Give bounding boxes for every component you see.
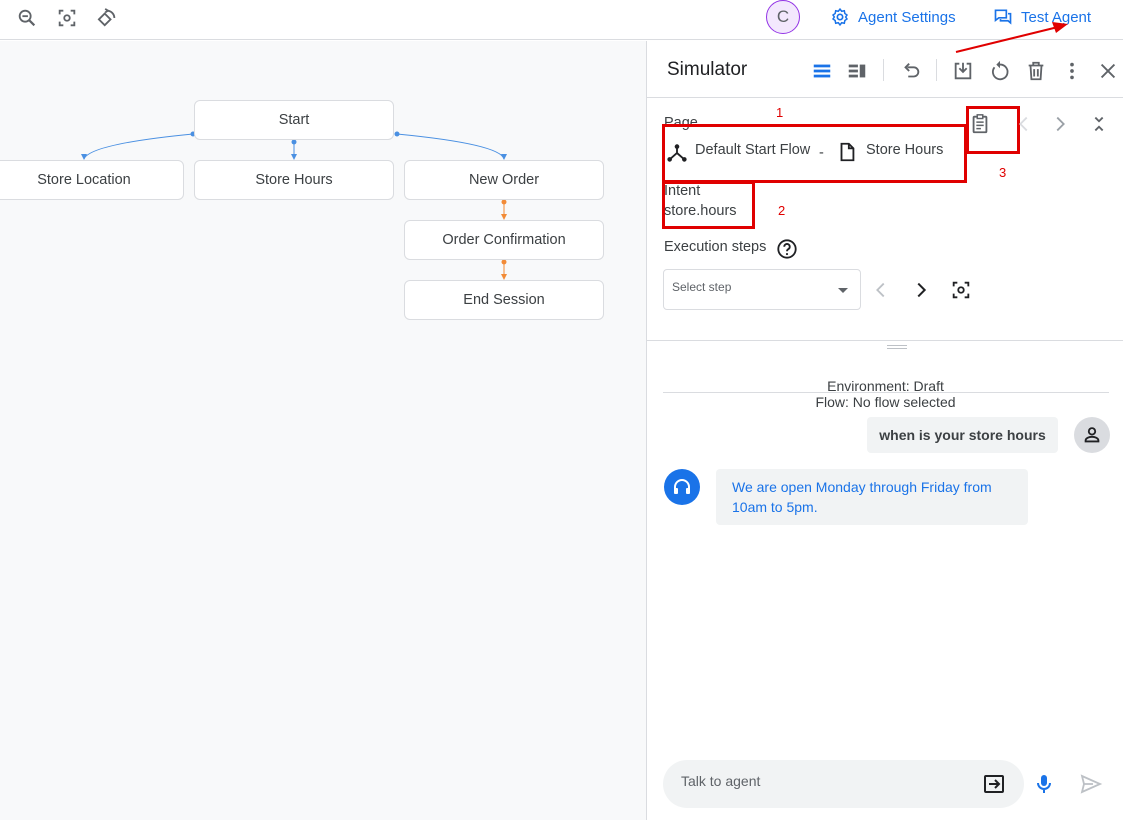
intent-value[interactable]: store.hours <box>664 203 737 219</box>
annotation-number-1: 1 <box>776 105 784 120</box>
full-view-icon[interactable] <box>810 59 834 83</box>
undo-icon[interactable] <box>899 59 923 83</box>
node-label: Store Location <box>37 172 131 188</box>
node-store-hours[interactable]: Store Hours <box>194 160 394 200</box>
step-previous-icon[interactable] <box>870 279 892 301</box>
drag-handle-icon[interactable] <box>887 345 907 349</box>
user-avatar[interactable]: C <box>766 0 800 34</box>
inject-input-icon[interactable] <box>982 772 1006 796</box>
step-next-icon[interactable] <box>910 279 932 301</box>
execution-steps-label: Execution steps <box>664 239 767 255</box>
select-step-dropdown[interactable]: Select step <box>663 269 861 310</box>
rotate-layout-icon[interactable] <box>95 6 119 30</box>
chat-input-container <box>663 760 1024 808</box>
simulator-title: Simulator <box>667 59 748 80</box>
toolbar-divider <box>936 59 937 81</box>
node-label: New Order <box>468 172 540 188</box>
chevron-left-icon[interactable] <box>1013 113 1035 135</box>
user-message-bubble: when is your store hours <box>867 417 1058 453</box>
focus-step-icon[interactable] <box>950 279 972 301</box>
annotation-number-2: 2 <box>778 203 786 218</box>
panel-resize-divider[interactable] <box>647 340 1123 341</box>
help-icon[interactable] <box>776 238 798 260</box>
chevron-right-icon[interactable] <box>1049 113 1071 135</box>
node-label: Order Confirmation <box>442 232 566 248</box>
flow-status-text: Flow: No flow selected <box>815 394 956 410</box>
node-store-location[interactable]: Store Location <box>0 160 184 200</box>
agent-settings-button[interactable]: Agent Settings <box>830 7 956 27</box>
agent-settings-label: Agent Settings <box>858 8 956 26</box>
node-end-session[interactable]: End Session <box>404 280 604 320</box>
fit-to-screen-icon[interactable] <box>55 6 79 30</box>
collapse-icon[interactable] <box>1088 113 1110 135</box>
page-icon <box>836 141 858 163</box>
node-new-order[interactable]: New Order <box>404 160 604 200</box>
user-avatar-icon <box>1074 417 1110 453</box>
dropdown-arrow-icon <box>838 288 848 293</box>
test-agent-button[interactable]: Test Agent <box>993 7 1091 27</box>
close-icon[interactable] <box>1096 59 1120 83</box>
select-step-placeholder: Select step <box>672 280 732 294</box>
gear-icon <box>831 7 849 27</box>
agent-avatar-icon <box>664 469 700 505</box>
avatar-letter: C <box>776 7 790 26</box>
toolbar-divider <box>883 59 884 81</box>
clipboard-icon[interactable] <box>969 113 991 135</box>
agent-message-text: We are open Monday through Friday from 1… <box>732 479 992 515</box>
talk-to-agent-input[interactable] <box>681 773 961 789</box>
split-view-icon[interactable] <box>845 59 869 83</box>
environment-divider <box>663 392 1109 393</box>
node-label: End Session <box>463 292 545 308</box>
node-start[interactable]: Start <box>194 100 394 140</box>
save-download-icon[interactable] <box>951 59 975 83</box>
flow-name[interactable]: Default Start Flow <box>695 142 810 158</box>
intent-label: Intent <box>664 183 701 199</box>
page-name[interactable]: Store Hours <box>866 142 943 158</box>
delete-icon[interactable] <box>1024 59 1048 83</box>
more-options-icon[interactable] <box>1060 59 1084 83</box>
flow-canvas[interactable]: Start Store Location Store Hours New Ord… <box>0 41 646 820</box>
node-label: Start <box>278 112 310 128</box>
header-divider <box>647 97 1123 98</box>
node-order-confirmation[interactable]: Order Confirmation <box>404 220 604 260</box>
reset-icon[interactable] <box>988 59 1012 83</box>
chat-icon <box>994 9 1012 25</box>
simulator-panel: Simulator Page 1 Default Start Flow - St… <box>646 41 1123 820</box>
annotation-number-3: 3 <box>999 165 1007 180</box>
user-message-text: when is your store hours <box>879 427 1046 443</box>
flow-icon <box>666 142 688 164</box>
flow-page-separator: - <box>819 145 824 161</box>
top-toolbar: C Agent Settings Test Agent <box>0 0 1123 40</box>
test-agent-label: Test Agent <box>1021 8 1092 26</box>
microphone-icon[interactable] <box>1032 772 1056 796</box>
send-icon[interactable] <box>1079 772 1103 796</box>
agent-message-bubble: We are open Monday through Friday from 1… <box>716 469 1028 525</box>
zoom-out-icon[interactable] <box>15 6 39 30</box>
node-label: Store Hours <box>255 172 333 188</box>
